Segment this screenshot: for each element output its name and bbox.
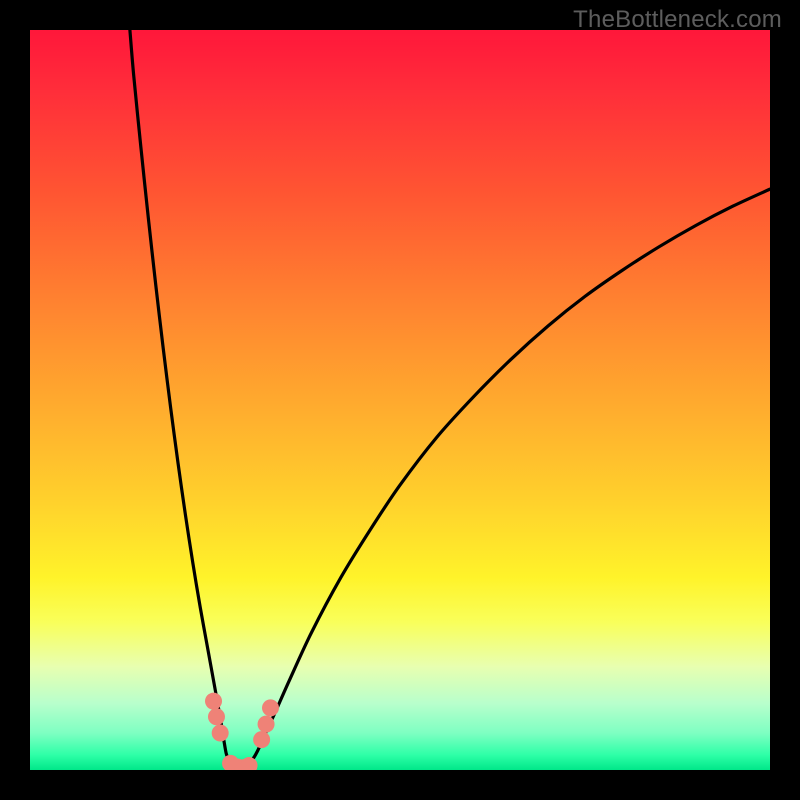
curve-marker (212, 725, 229, 742)
curve-marker (262, 699, 279, 716)
curve-path (130, 30, 770, 770)
chart-frame: TheBottleneck.com (0, 0, 800, 800)
curve-marker (258, 716, 275, 733)
bottleneck-curve (30, 30, 770, 770)
curve-marker (208, 708, 225, 725)
curve-marker (241, 757, 258, 770)
curve-marker (253, 731, 270, 748)
curve-marker (205, 693, 222, 710)
curve-markers (205, 693, 279, 770)
plot-area (30, 30, 770, 770)
watermark-text: TheBottleneck.com (573, 6, 782, 34)
